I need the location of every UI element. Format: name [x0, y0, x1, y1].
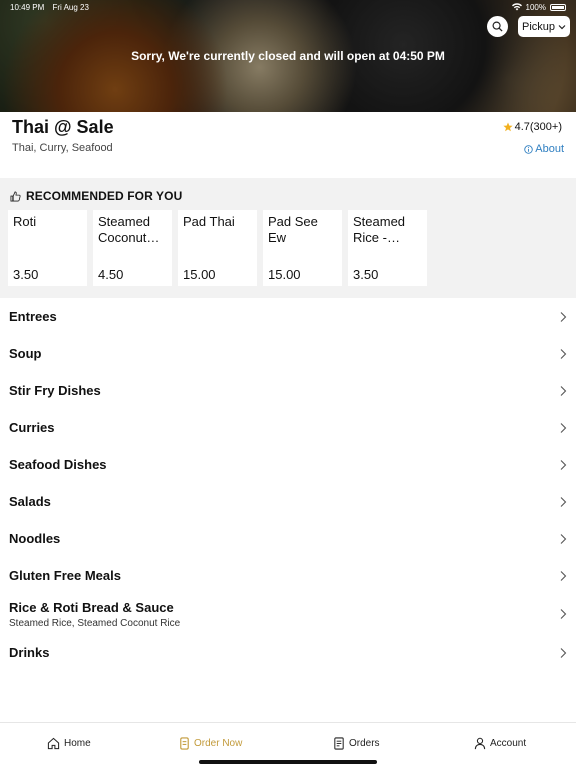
card-price: 4.50 — [98, 267, 124, 282]
status-time: 10:49 PM — [10, 2, 45, 12]
chevron-right-icon — [560, 459, 567, 470]
wifi-icon — [511, 3, 522, 11]
recommended-card[interactable]: Pad Thai 15.00 — [178, 210, 257, 286]
tab-account[interactable]: Account — [474, 737, 526, 750]
hero-banner: 10:49 PM Fri Aug 23 100% Sorry, We're cu… — [0, 0, 576, 112]
card-name: Pad See Ew — [268, 214, 318, 245]
card-name: Steamed Rice - Large — [353, 214, 406, 245]
rating: 4.7(300+) — [502, 121, 562, 133]
pickup-label: Pickup — [521, 20, 556, 33]
battery-percent: 100% — [525, 2, 546, 12]
chevron-right-icon — [560, 422, 567, 433]
category-row-salads[interactable]: Salads — [0, 483, 576, 520]
receipt-icon — [334, 737, 344, 750]
recommended-header: RECOMMENDED FOR YOU — [10, 189, 182, 203]
category-subtitle: Steamed Rice, Steamed Coconut Rice — [9, 617, 181, 629]
chevron-down-icon — [558, 24, 566, 29]
tab-label: Order Now — [194, 738, 243, 749]
chevron-right-icon — [560, 348, 567, 359]
restaurant-cuisine: Thai, Curry, Seafood — [12, 142, 113, 154]
tab-label: Account — [490, 738, 527, 749]
category-name: Rice & Roti Bread & Sauce — [9, 599, 174, 615]
category-name: Stir Fry Dishes — [9, 383, 101, 398]
card-price: 15.00 — [268, 267, 301, 282]
recommended-list: Roti 3.50 Steamed Coconut Rice 4.50 Pad … — [8, 210, 427, 286]
category-row-stir-fry[interactable]: Stir Fry Dishes — [0, 372, 576, 409]
tab-orders[interactable]: Orders — [333, 737, 380, 750]
chevron-right-icon — [560, 496, 567, 507]
category-name: Curries — [9, 420, 55, 435]
tab-order-now[interactable]: Order Now — [179, 737, 242, 750]
search-button[interactable] — [487, 16, 508, 37]
category-row-curries[interactable]: Curries — [0, 409, 576, 446]
category-name: Entrees — [9, 309, 57, 324]
status-date: Fri Aug 23 — [52, 2, 89, 12]
search-icon — [492, 21, 503, 32]
card-name: Steamed Coconut Rice — [98, 214, 151, 245]
category-row-rice-roti[interactable]: Rice & Roti Bread & Sauce Steamed Rice, … — [0, 594, 576, 634]
card-price: 3.50 — [13, 267, 39, 282]
card-price: 3.50 — [353, 267, 379, 282]
home-icon — [47, 737, 60, 750]
recommended-section: RECOMMENDED FOR YOU Roti 3.50 Steamed Co… — [0, 178, 576, 298]
status-bar: 10:49 PM Fri Aug 23 100% — [0, 0, 576, 14]
chevron-right-icon — [560, 385, 567, 396]
closed-message: Sorry, We're currently closed and will o… — [131, 49, 445, 63]
chevron-right-icon — [560, 533, 567, 544]
star-icon — [502, 122, 513, 132]
rating-value: 4.7(300+) — [514, 121, 562, 133]
category-row-noodles[interactable]: Noodles — [0, 520, 576, 557]
category-name: Soup — [9, 346, 42, 361]
recommended-card[interactable]: Steamed Rice - Large 3.50 — [348, 210, 427, 286]
about-label: About — [535, 143, 564, 155]
category-name: Gluten Free Meals — [9, 568, 121, 583]
chevron-right-icon — [560, 570, 567, 581]
tab-label: Orders — [349, 738, 380, 749]
category-name: Salads — [9, 494, 51, 509]
category-row-drinks[interactable]: Drinks — [0, 634, 576, 671]
battery-icon — [550, 3, 566, 11]
category-name: Drinks — [9, 645, 50, 660]
chevron-right-icon — [560, 311, 567, 322]
restaurant-name: Thai @ Sale — [12, 117, 114, 137]
category-name: Noodles — [9, 531, 61, 546]
chevron-right-icon — [560, 647, 567, 658]
category-row-seafood[interactable]: Seafood Dishes — [0, 446, 576, 483]
category-row-soup[interactable]: Soup — [0, 335, 576, 372]
category-row-gluten-free[interactable]: Gluten Free Meals — [0, 557, 576, 594]
chevron-right-icon — [560, 609, 567, 619]
about-link[interactable]: About — [524, 143, 564, 155]
tab-label: Home — [64, 738, 91, 749]
card-name: Roti — [13, 214, 37, 229]
category-name: Seafood Dishes — [9, 457, 107, 472]
thumbs-up-icon — [10, 191, 21, 201]
pickup-dropdown[interactable]: Pickup — [518, 16, 570, 37]
home-indicator — [199, 760, 377, 764]
category-list: Entrees Soup Stir Fry Dishes Curries Sea… — [0, 298, 576, 671]
info-icon — [524, 144, 533, 154]
card-price: 15.00 — [183, 267, 216, 282]
category-row-entrees[interactable]: Entrees — [0, 298, 576, 335]
tab-home[interactable]: Home — [47, 737, 91, 750]
recommended-title: RECOMMENDED FOR YOU — [26, 189, 183, 203]
recommended-card[interactable]: Pad See Ew 15.00 — [263, 210, 342, 286]
order-icon — [180, 737, 189, 750]
card-name: Pad Thai — [183, 214, 235, 229]
recommended-card[interactable]: Steamed Coconut Rice 4.50 — [93, 210, 172, 286]
recommended-card[interactable]: Roti 3.50 — [8, 210, 87, 286]
person-icon — [474, 737, 486, 750]
